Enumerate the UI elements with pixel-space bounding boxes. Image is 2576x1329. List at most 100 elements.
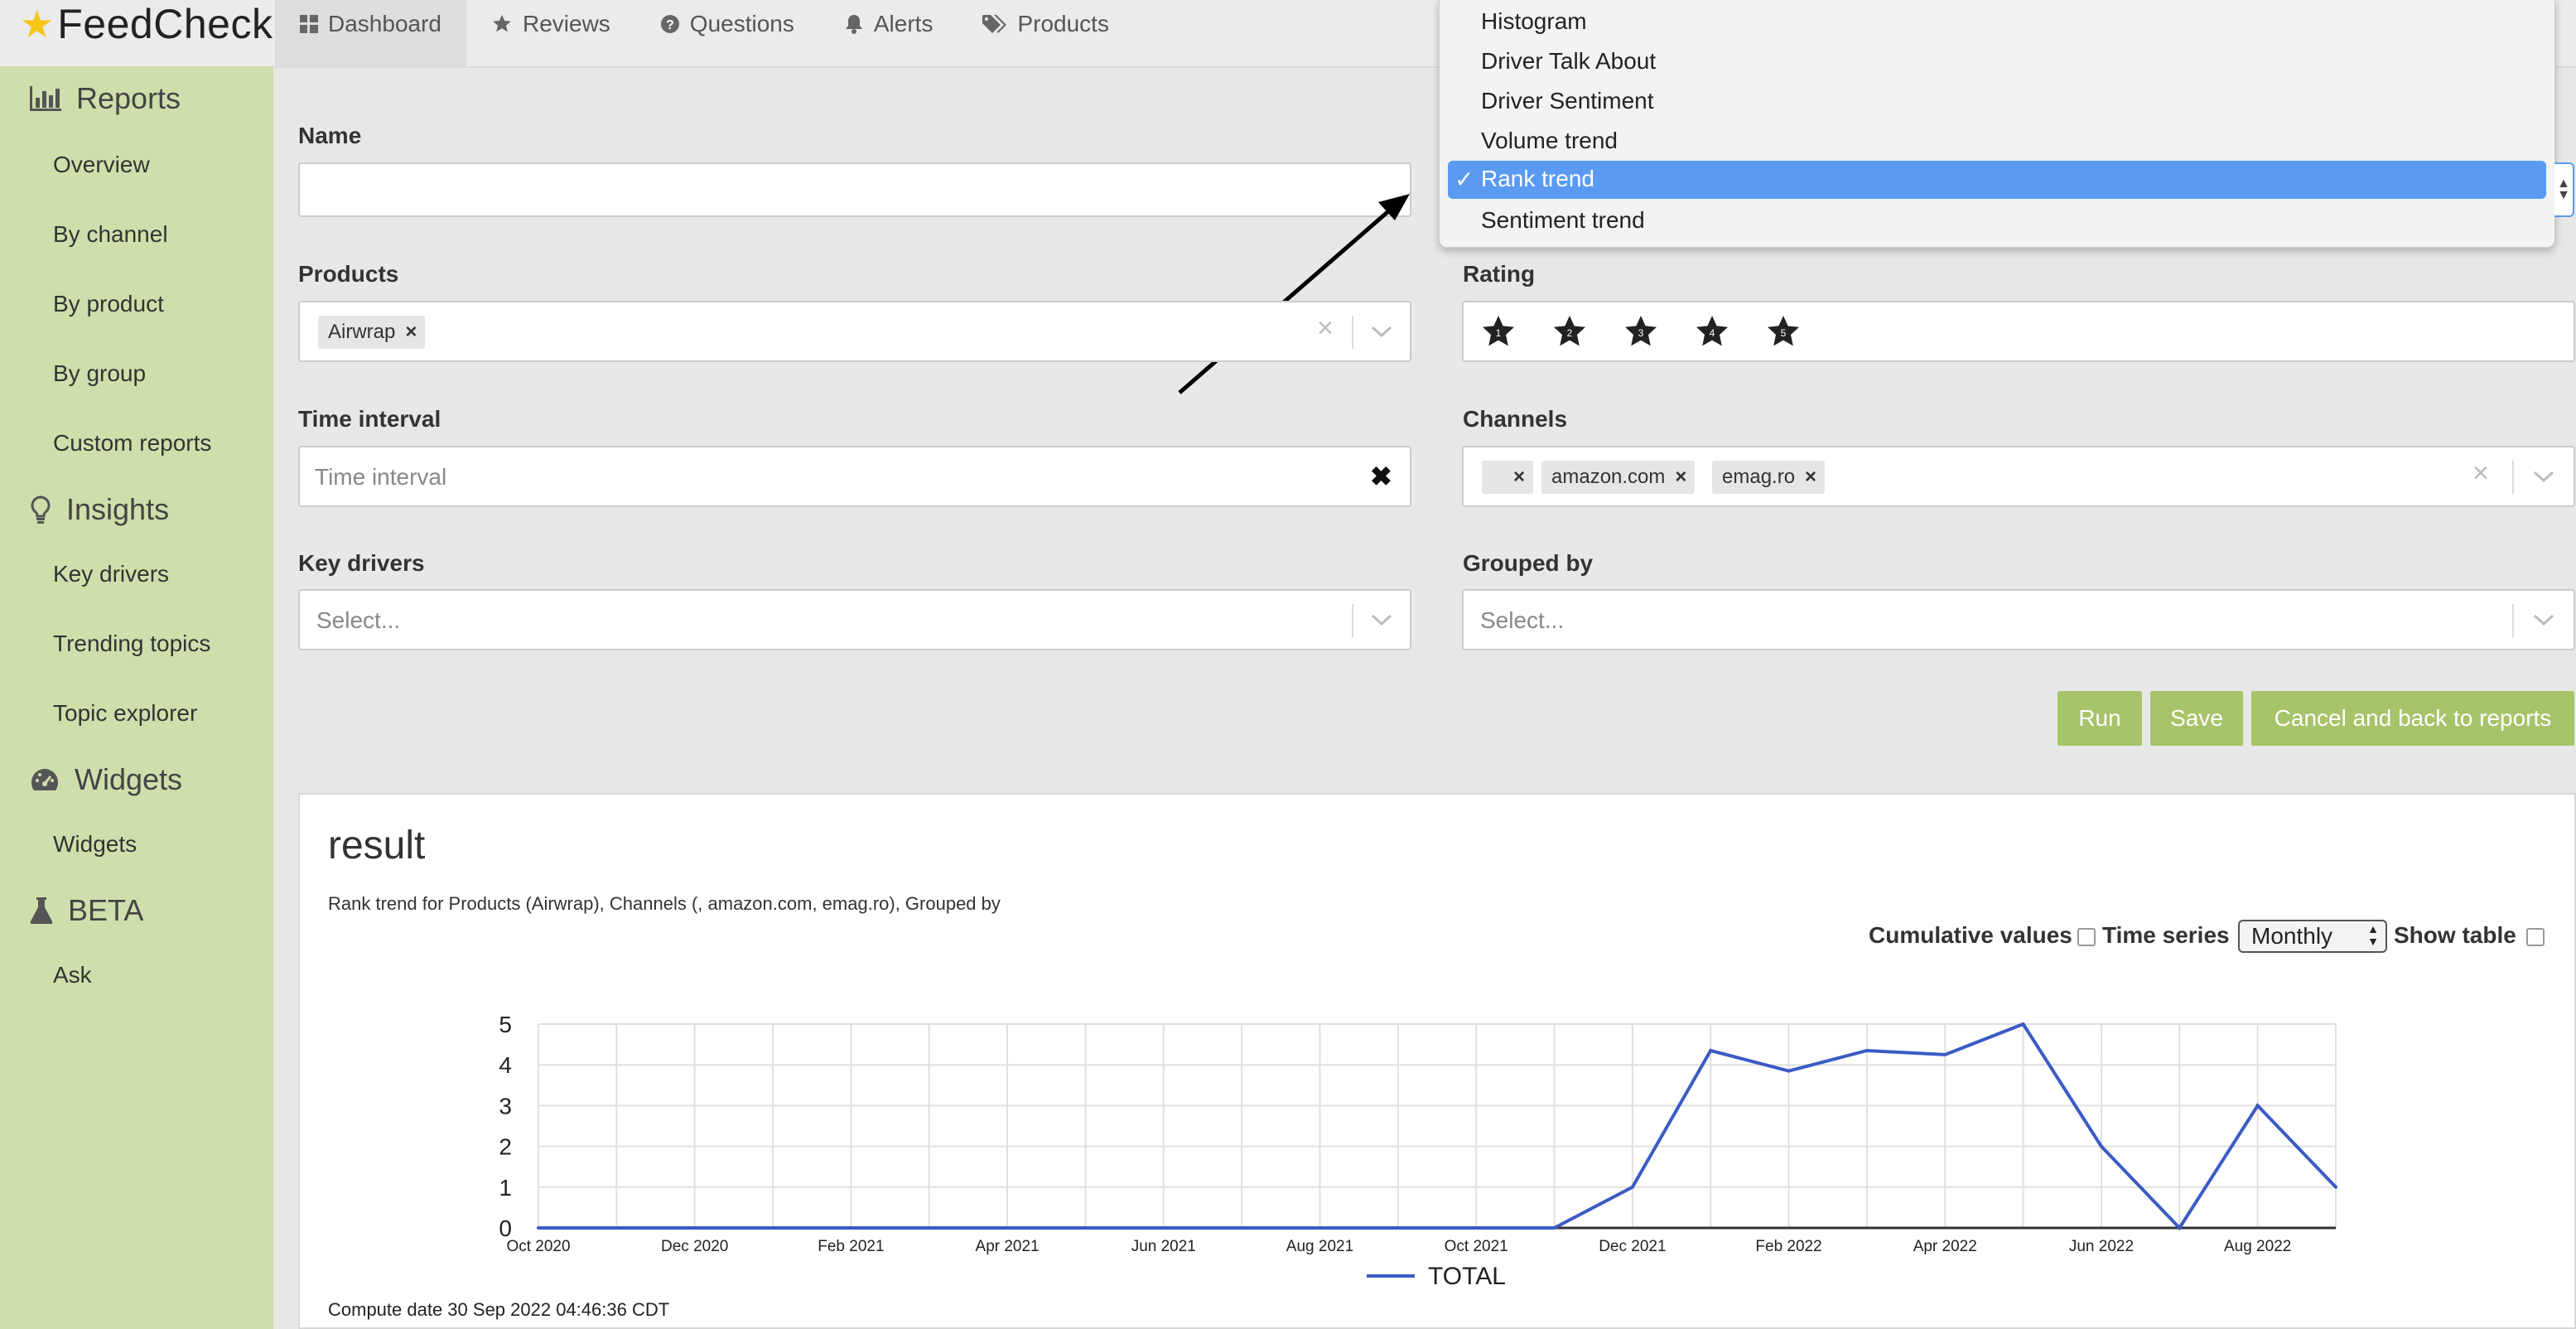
data-point [2099, 1144, 2103, 1148]
data-point [1943, 1052, 1947, 1056]
nav-label: Reviews [522, 11, 610, 36]
run-button[interactable]: Run [2057, 691, 2142, 746]
data-point [1630, 1185, 1634, 1189]
bar-chart-icon [30, 86, 61, 111]
brand-logo[interactable]: ★ FeedCheck [20, 0, 273, 48]
flask-icon [30, 897, 53, 924]
select-separator [2512, 461, 2514, 494]
y-tick-label: 2 [499, 1134, 512, 1160]
dropdown-option[interactable]: Driver Sentiment [1481, 88, 1654, 114]
legend-label: TOTAL [1428, 1263, 1506, 1290]
x-tick-label: Apr 2021 [976, 1238, 1040, 1255]
y-tick-label: 5 [499, 1012, 512, 1037]
tags-icon [982, 14, 1007, 34]
data-point [1552, 1226, 1556, 1230]
sidebar-section-insights[interactable]: Insights [30, 492, 169, 527]
sidebar-item-custom-reports[interactable]: Custom reports [53, 430, 211, 457]
sidebar-item-ask[interactable]: Ask [53, 962, 92, 988]
data-point [2255, 1104, 2260, 1108]
sidebar: Reports Overview By channel By product B… [0, 66, 273, 1329]
clear-icon[interactable]: × [2472, 457, 2489, 490]
sidebar-item-by-channel[interactable]: By channel [53, 221, 168, 248]
rating-star-2[interactable]: 2 [1551, 314, 1588, 350]
key-drivers-label: Key drivers [298, 550, 425, 576]
nav-dashboard[interactable]: Dashboard [275, 0, 466, 66]
rating-star-3[interactable]: 3 [1623, 314, 1659, 350]
data-point [1240, 1226, 1244, 1230]
nav-products[interactable]: Products [958, 0, 1134, 48]
sidebar-section-label: BETA [68, 893, 144, 927]
selected-option-label: Rank trend [1481, 166, 1594, 191]
main-nav: Dashboard Reviews ? Questions Alerts Pro… [275, 0, 1134, 66]
sidebar-section-beta[interactable]: BETA [30, 893, 143, 928]
chevron-down-icon[interactable] [1370, 612, 1393, 627]
checkmark-icon: ✓ [1454, 167, 1474, 192]
sidebar-item-widgets[interactable]: Widgets [53, 831, 137, 858]
rating-star-number: 1 [1496, 327, 1502, 339]
logo-star-icon: ★ [20, 2, 55, 46]
nav-reviews[interactable]: Reviews [466, 0, 635, 48]
cancel-button[interactable]: Cancel and back to reports [2251, 691, 2574, 746]
dropdown-option-selected[interactable]: ✓ Rank trend [1448, 161, 2546, 199]
clear-time-icon[interactable]: ✖ [1370, 461, 1392, 492]
rating-star-number: 4 [1710, 327, 1715, 339]
data-point [2021, 1022, 2025, 1026]
products-select[interactable]: Airwrap × × [298, 301, 1411, 362]
chevron-down-icon[interactable] [2532, 612, 2555, 627]
cumulative-checkbox[interactable] [2077, 928, 2096, 946]
nav-label: Alerts [873, 11, 933, 36]
x-tick-label: Oct 2020 [506, 1238, 570, 1255]
remove-chip-icon[interactable]: × [1675, 466, 1686, 489]
dropdown-option[interactable]: Histogram [1481, 8, 1587, 35]
rating-star-number: 2 [1567, 327, 1573, 339]
chevron-down-icon[interactable] [1370, 324, 1393, 339]
grouped-by-select[interactable]: Select... [1462, 589, 2575, 650]
dropdown-option[interactable]: Volume trend [1481, 128, 1618, 154]
chevron-down-icon[interactable] [2532, 469, 2555, 484]
sidebar-section-reports[interactable]: Reports [30, 81, 181, 116]
brand-name: FeedCheck [57, 1, 273, 47]
remove-chip-icon[interactable]: × [1513, 466, 1525, 489]
clear-icon[interactable]: × [1317, 312, 1334, 345]
rating-star-5[interactable]: 5 [1765, 314, 1802, 350]
nav-label: Dashboard [328, 11, 441, 36]
show-table-checkbox[interactable] [2526, 928, 2545, 946]
select-arrows-icon: ▲ ▼ [2367, 922, 2379, 948]
rating-star-4[interactable]: 4 [1694, 314, 1730, 350]
rating-star-1[interactable]: 1 [1480, 314, 1517, 350]
data-point [1709, 1048, 1713, 1052]
nav-questions[interactable]: ? Questions [635, 0, 819, 48]
time-interval-input[interactable]: Time interval ✖ [298, 446, 1411, 507]
x-tick-label: Feb 2022 [1755, 1238, 1821, 1255]
dropdown-option[interactable]: Driver Talk About [1481, 48, 1656, 75]
sidebar-section-label: Reports [76, 81, 181, 115]
remove-chip-icon[interactable]: × [1805, 466, 1816, 489]
data-point [1083, 1226, 1088, 1230]
sidebar-item-by-product[interactable]: By product [53, 291, 164, 317]
save-button[interactable]: Save [2150, 691, 2243, 746]
sidebar-item-key-drivers[interactable]: Key drivers [53, 561, 169, 587]
channel-chip-amazon: amazon.com × [1541, 461, 1696, 494]
select-arrows-icon[interactable]: ▲ ▼ [2554, 162, 2574, 217]
select-separator [1352, 604, 1353, 637]
sidebar-item-topic-explorer[interactable]: Topic explorer [53, 700, 197, 727]
channels-select[interactable]: × amazon.com × emag.ro × × [1462, 446, 2575, 507]
key-drivers-select[interactable]: Select... [298, 589, 1411, 650]
key-drivers-placeholder: Select... [316, 607, 401, 633]
nav-label: Products [1017, 11, 1109, 36]
dropdown-option[interactable]: Sentiment trend [1481, 207, 1645, 234]
select-separator [1352, 316, 1353, 349]
sidebar-section-widgets[interactable]: Widgets [30, 762, 182, 797]
star-icon [491, 14, 513, 34]
nav-alerts[interactable]: Alerts [819, 0, 958, 48]
time-series-select[interactable]: Monthly ▲ ▼ [2238, 920, 2387, 953]
sidebar-item-trending-topics[interactable]: Trending topics [53, 631, 210, 657]
data-point [1787, 1069, 1791, 1073]
time-interval-label: Time interval [298, 406, 441, 432]
time-interval-placeholder: Time interval [315, 464, 447, 490]
data-point [1318, 1226, 1322, 1230]
remove-chip-icon[interactable]: × [405, 321, 417, 344]
data-point [2334, 1185, 2337, 1189]
sidebar-item-overview[interactable]: Overview [53, 152, 150, 178]
sidebar-item-by-group[interactable]: By group [53, 360, 146, 387]
